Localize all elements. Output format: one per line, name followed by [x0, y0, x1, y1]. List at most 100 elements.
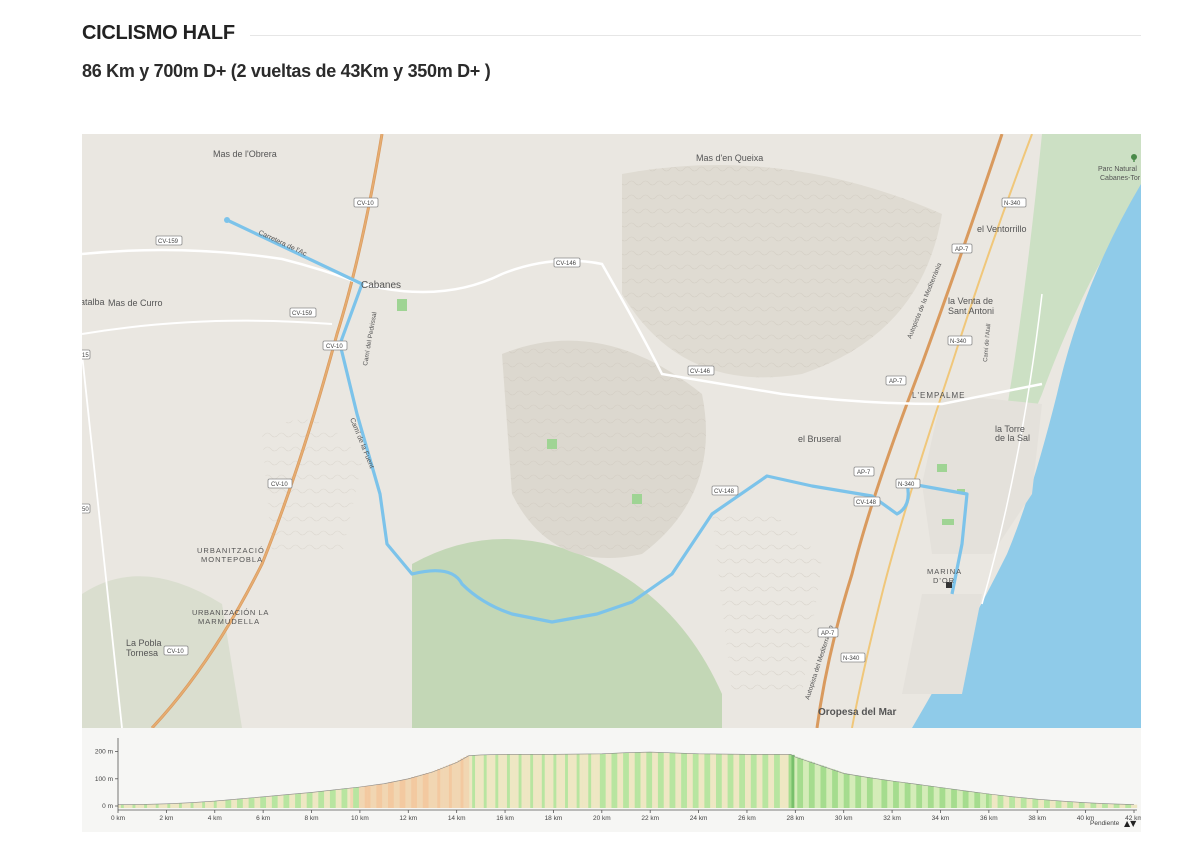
gradient-segment: [176, 803, 180, 808]
gradient-segment: [446, 765, 450, 808]
gradient-segment: [350, 787, 354, 808]
gradient-segment: [974, 792, 978, 808]
y-tick-label: 100 m: [95, 776, 113, 783]
route-map[interactable]: Mas de l'Obrera Mas d'en Queixa Cabanes …: [82, 134, 1141, 728]
gradient-segment: [492, 754, 496, 808]
gradient-segment: [370, 785, 374, 808]
gradient-segment: [759, 754, 763, 808]
elevation-profile[interactable]: 200 m 100 m 0 m 0 km 2 km 4 km 6 km 8 km 10 km 1…: [82, 728, 1141, 832]
gradient-segment: [1020, 797, 1024, 808]
gradient-segment: [260, 796, 264, 808]
gradient-segment: [1128, 804, 1132, 808]
gradient-segment: [1075, 802, 1080, 808]
gradient-segment: [794, 756, 798, 808]
gradient-segment: [971, 791, 975, 808]
road-shield: CV-159: [289, 307, 317, 318]
elevation-chart[interactable]: 200 m 100 m 0 m 0 km 2 km 4 km 6 km 8 km 10 km 1…: [82, 728, 1141, 832]
gradient-segment: [1125, 804, 1129, 808]
gradient-segment: [655, 752, 659, 808]
gradient-segment: [948, 788, 952, 808]
gradient-segment: [808, 761, 813, 808]
svg-text:CV-10: CV-10: [271, 482, 288, 488]
gradient-segment: [643, 752, 647, 808]
gradient-segment: [1119, 804, 1123, 808]
gradient-segment: [205, 801, 209, 808]
y-axis-ticks: 200 m 100 m 0 m: [95, 749, 118, 810]
gradient-segment: [1073, 801, 1077, 808]
gradient-segment: [695, 753, 699, 808]
gradient-segment: [335, 789, 339, 808]
x-tick-label: 6 km: [256, 815, 270, 822]
gradient-segment: [271, 795, 276, 808]
gradient-segment: [202, 801, 206, 808]
gradient-segment: [788, 754, 792, 808]
gradient-segment: [207, 801, 212, 808]
gradient-segment: [611, 753, 615, 808]
gradient-segment: [962, 790, 966, 808]
x-tick-label: 14 km: [448, 815, 466, 822]
gradient-segment: [228, 799, 232, 808]
svg-text:N-340: N-340: [1004, 201, 1021, 207]
x-tick-label: 2 km: [159, 815, 173, 822]
gradient-segment: [216, 800, 220, 808]
svg-text:N-340: N-340: [898, 482, 915, 488]
svg-text:N-340: N-340: [950, 339, 967, 345]
gradient-segment: [1049, 800, 1054, 808]
gradient-segment: [968, 791, 972, 808]
gradient-segment: [411, 777, 415, 808]
gradient-segment: [416, 775, 421, 808]
gradient-segment: [480, 754, 485, 808]
gradient-segment: [582, 753, 586, 808]
gradient-segment: [663, 752, 667, 808]
gradient-segment: [919, 784, 923, 808]
gradient-segment: [283, 794, 287, 808]
gradient-segment: [1064, 801, 1068, 808]
gradient-segment: [991, 794, 995, 808]
gradient-segment: [489, 754, 493, 808]
gradient-segment: [1046, 799, 1051, 808]
gradient-segment: [710, 753, 714, 808]
gradient-segment: [779, 754, 784, 808]
gradient-segment: [402, 779, 406, 808]
gradient-segment: [753, 754, 757, 808]
gradient-segment: [437, 768, 441, 808]
gradient-segment: [924, 785, 929, 808]
gradient-segment: [193, 802, 197, 808]
gradient-segment: [1116, 804, 1120, 808]
gradient-segment: [1061, 801, 1065, 808]
road-shield: N-340: [1001, 197, 1027, 208]
x-tick-label: 34 km: [932, 815, 950, 822]
road-shield: 15: [82, 349, 91, 360]
gradient-segment: [626, 752, 630, 808]
gradient-segment: [913, 783, 917, 808]
sort-arrows-icon[interactable]: ▲▼: [1124, 819, 1137, 828]
gradient-segment: [1107, 803, 1112, 808]
gradient-segment: [501, 754, 505, 808]
gradient-segment: [1134, 804, 1138, 808]
gradient-segment: [652, 752, 656, 808]
gradient-segment: [428, 772, 432, 808]
gradient-segment: [849, 774, 853, 808]
gradient-segment: [596, 753, 601, 808]
gradient-segment: [579, 753, 583, 808]
gradient-segment: [297, 793, 302, 808]
gradient-segment: [762, 754, 766, 808]
gradient-segment: [829, 768, 833, 808]
gradient-segment: [1099, 803, 1103, 808]
gradient-segment: [506, 754, 511, 808]
gradient-segment: [620, 752, 624, 808]
gradient-segment: [341, 788, 345, 808]
legend-label: Pendiente: [1090, 820, 1120, 827]
gradient-segment: [292, 793, 296, 808]
place-label: MONTEPOBLA: [201, 555, 263, 564]
road-shield: N-340: [947, 335, 973, 346]
map-canvas[interactable]: Mas de l'Obrera Mas d'en Queixa Cabanes …: [82, 134, 1141, 728]
gradient-segment: [869, 777, 874, 808]
gradient-segment: [559, 754, 563, 808]
gradient-segment: [1006, 795, 1010, 808]
gradient-segment: [149, 804, 154, 808]
gradient-segment: [332, 789, 337, 808]
gradient-segment: [138, 804, 142, 808]
gradient-segment: [570, 754, 575, 808]
gradient-segment: [945, 788, 949, 808]
